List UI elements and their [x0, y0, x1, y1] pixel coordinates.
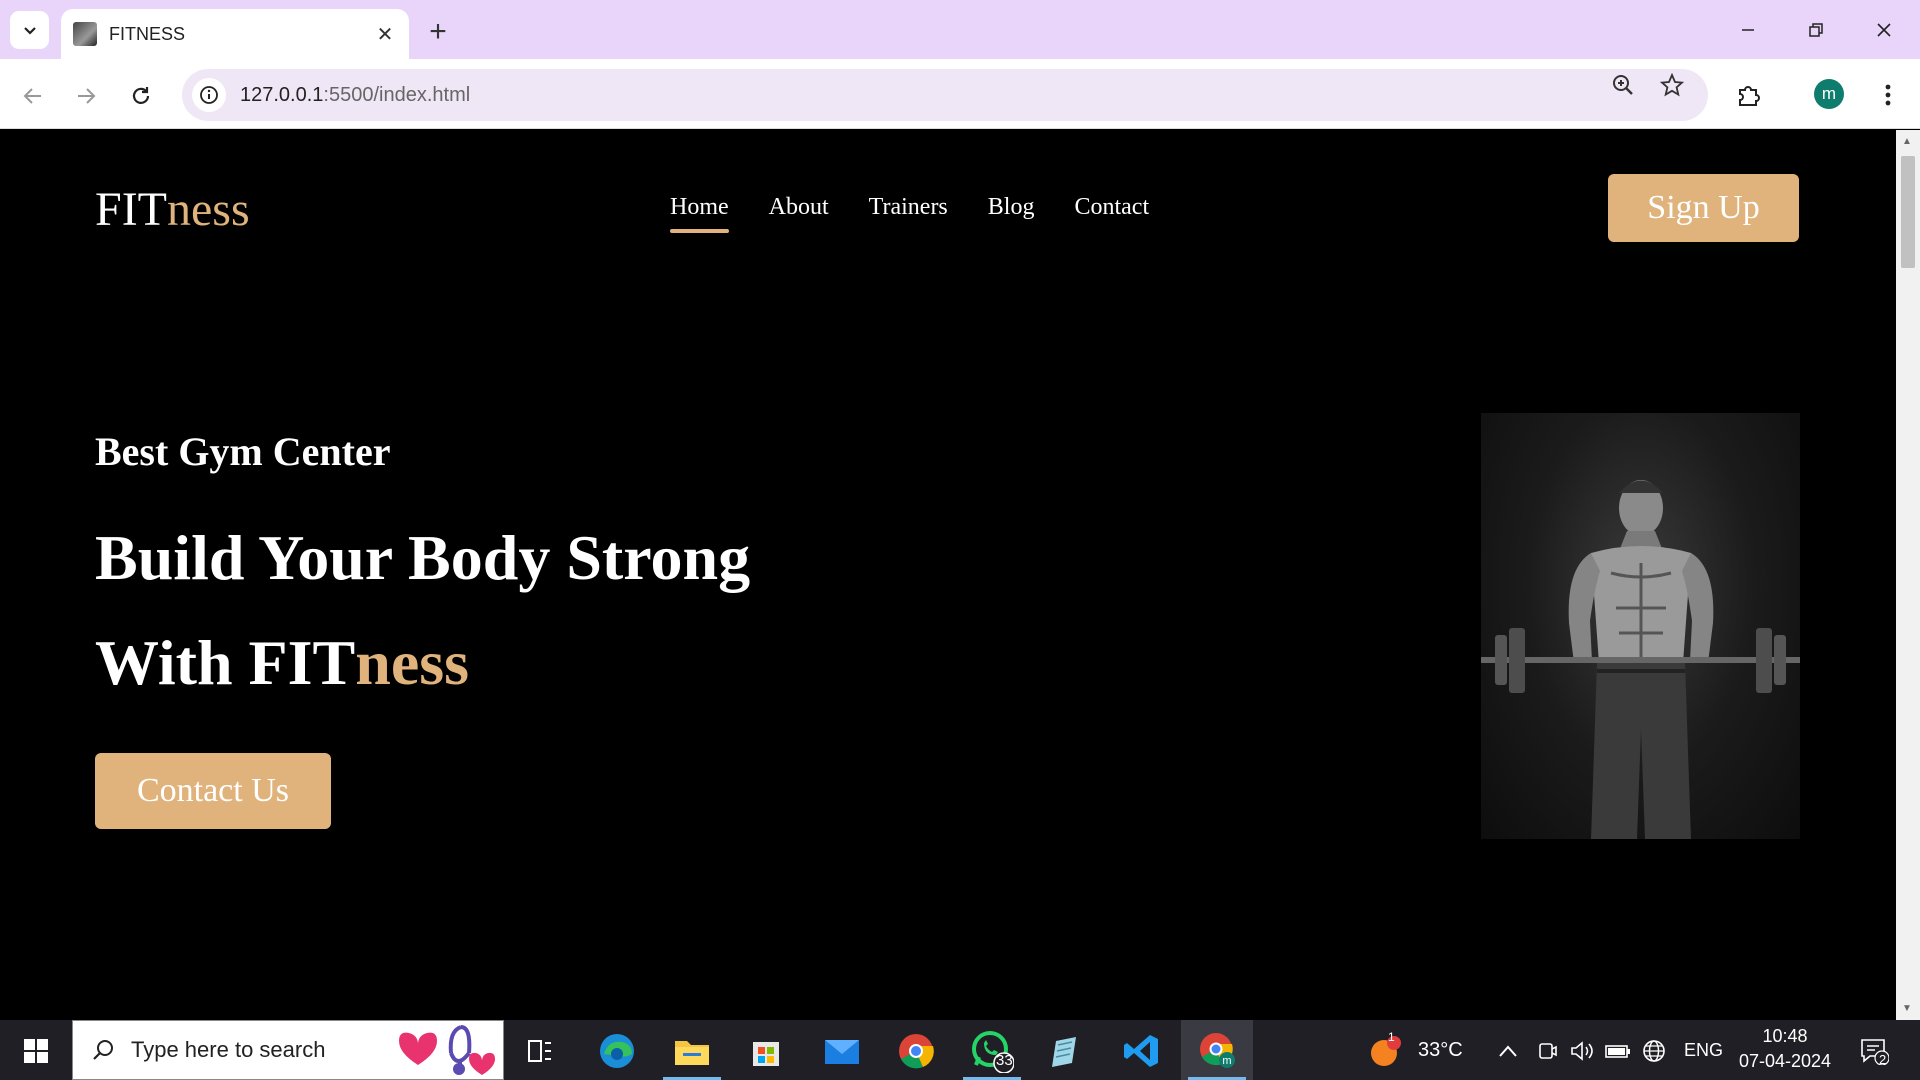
profile-avatar[interactable]: m — [1814, 79, 1844, 109]
whatsapp-icon[interactable]: 33 — [962, 1028, 1022, 1074]
zoom-icon[interactable] — [1606, 68, 1640, 102]
weather-icon[interactable]: 1 — [1366, 1028, 1406, 1074]
nav-link-blog[interactable]: Blog — [988, 194, 1035, 221]
battery-icon[interactable] — [1598, 1028, 1638, 1074]
chevron-up-icon[interactable] — [1488, 1028, 1528, 1074]
contact-us-button[interactable]: Contact Us — [95, 753, 331, 829]
nav-link-trainers[interactable]: Trainers — [869, 194, 948, 221]
headline-prefix: With — [95, 627, 249, 698]
browser-toolbar: 127.0.0.1:5500/index.html m — [0, 59, 1920, 129]
taskbar-search-box[interactable]: Type here to search — [72, 1020, 504, 1080]
close-tab-icon[interactable]: ✕ — [371, 20, 399, 48]
back-button[interactable] — [13, 76, 53, 116]
browser-tab[interactable]: FITNESS ✕ — [61, 9, 409, 59]
tab-search-button[interactable] — [10, 11, 49, 49]
health-hearts-icon — [399, 1025, 495, 1075]
chrome-icon[interactable] — [886, 1028, 946, 1074]
svg-text:m: m — [1222, 1055, 1231, 1067]
task-view-icon[interactable] — [510, 1028, 570, 1074]
whatsapp-unread-badge: 33 — [996, 1052, 1013, 1069]
windows-taskbar: Type here to search 33 m 1 33°C ENG 10:4… — [0, 1020, 1920, 1080]
arrow-right-icon — [78, 88, 96, 104]
sign-up-button[interactable]: Sign Up — [1608, 174, 1799, 242]
headline-brand-main: FIT — [248, 627, 356, 698]
logo-accent: ness — [167, 183, 250, 236]
close-window-button[interactable] — [1854, 12, 1914, 48]
page-scrollbar[interactable]: ▲ ▼ — [1896, 130, 1920, 1020]
bookmark-star-icon[interactable] — [1655, 68, 1689, 102]
scroll-down-arrow-icon[interactable]: ▼ — [1902, 1003, 1912, 1014]
address-bar[interactable]: 127.0.0.1:5500/index.html — [182, 69, 1708, 121]
weather-alert-badge: 1 — [1388, 1030, 1395, 1044]
nav-link-home[interactable]: Home — [670, 194, 729, 233]
site-logo[interactable]: FITness — [95, 182, 250, 237]
temperature-text[interactable]: 33°C — [1418, 1039, 1463, 1062]
search-placeholder: Type here to search — [131, 1037, 326, 1062]
forward-button[interactable] — [66, 76, 106, 116]
close-icon — [1877, 23, 1891, 37]
hero-bodybuilder-image — [1481, 413, 1800, 839]
hero-headline-line2: With FITness — [95, 626, 469, 700]
minimize-icon — [1742, 29, 1754, 31]
input-language-text[interactable]: ENG — [1684, 1040, 1723, 1061]
chrome-profile-active-icon[interactable]: m — [1181, 1020, 1253, 1080]
kebab-menu-icon[interactable] — [1871, 78, 1905, 112]
minimize-button[interactable] — [1718, 12, 1778, 48]
tab-title: FITNESS — [109, 23, 186, 44]
web-page: FITness Home About Trainers Blog Contact… — [0, 130, 1896, 1020]
nav-link-about[interactable]: About — [769, 194, 829, 221]
volume-icon[interactable] — [1562, 1028, 1602, 1074]
arrow-left-icon — [23, 88, 41, 104]
notepad-icon[interactable] — [1036, 1028, 1096, 1074]
hero-headline-line1: Build Your Body Strong — [95, 522, 751, 593]
mail-icon[interactable] — [812, 1028, 872, 1074]
new-tab-button[interactable]: + — [420, 14, 456, 50]
extensions-puzzle-icon[interactable] — [1731, 78, 1765, 112]
windows-start-icon[interactable] — [6, 1028, 66, 1074]
headline-brand-accent: ness — [355, 627, 470, 698]
reload-button[interactable] — [121, 76, 161, 116]
scroll-up-arrow-icon[interactable]: ▲ — [1902, 136, 1912, 147]
clock-time: 10:48 — [1762, 1026, 1808, 1046]
restore-icon — [1809, 23, 1823, 37]
tab-strip: FITNESS ✕ + — [0, 0, 1920, 59]
notification-count-badge: 2 — [1879, 1052, 1887, 1067]
edge-browser-icon[interactable] — [587, 1028, 647, 1074]
reload-icon — [132, 87, 150, 104]
file-explorer-icon[interactable] — [662, 1028, 722, 1074]
nav-link-contact[interactable]: Contact — [1074, 194, 1149, 221]
url-host: 127.0.0.1 — [240, 83, 324, 106]
hero-eyebrow: Best Gym Center — [95, 429, 391, 474]
logo-main: FIT — [95, 183, 167, 236]
microsoft-store-icon[interactable] — [736, 1028, 796, 1074]
url-text: 127.0.0.1:5500/index.html — [240, 84, 470, 107]
main-nav: Home About Trainers Blog Contact — [670, 194, 1149, 233]
clock[interactable]: 10:48 07-04-2024 — [1730, 1026, 1840, 1072]
site-favicon-icon — [73, 22, 97, 46]
vscode-icon[interactable] — [1112, 1028, 1172, 1074]
clock-date: 07-04-2024 — [1738, 1051, 1832, 1071]
site-info-icon[interactable] — [192, 78, 226, 112]
search-icon — [93, 1040, 113, 1060]
network-globe-icon[interactable] — [1634, 1028, 1674, 1074]
scrollbar-thumb[interactable] — [1901, 156, 1915, 268]
notification-center-icon[interactable]: 2 — [1852, 1028, 1896, 1074]
chevron-down-icon — [23, 27, 36, 35]
meet-now-icon[interactable] — [1527, 1028, 1567, 1074]
restore-button[interactable] — [1786, 12, 1846, 48]
url-path: :5500/index.html — [323, 83, 471, 106]
